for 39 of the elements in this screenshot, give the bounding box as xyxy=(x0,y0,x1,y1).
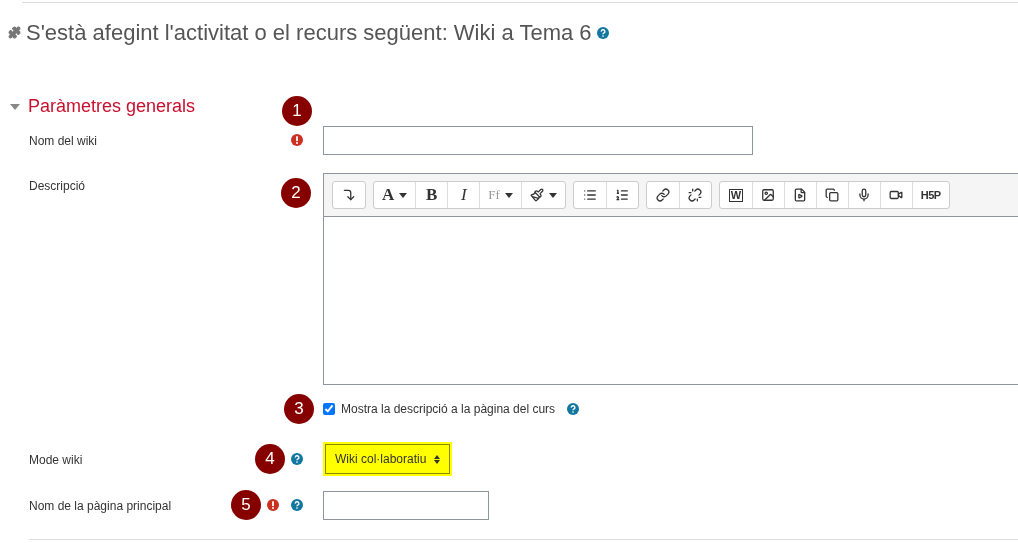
help-icon[interactable] xyxy=(567,403,580,415)
puzzle-icon xyxy=(8,26,21,39)
media-file-icon xyxy=(793,188,808,202)
rich-text-editor[interactable]: A B I Ff W H5P xyxy=(323,173,1018,385)
field-label: Nom de la pàgina principal xyxy=(29,499,172,513)
section-title[interactable]: Paràmetres generals xyxy=(28,93,196,120)
numbered-list-icon xyxy=(615,188,630,202)
bullet-list-icon xyxy=(582,188,597,202)
h5p-button[interactable]: H5P xyxy=(911,182,949,208)
unlink-icon xyxy=(688,188,703,202)
help-icon[interactable] xyxy=(596,26,609,39)
font-color-button[interactable]: A xyxy=(374,182,416,208)
step-number-badge: 1 xyxy=(282,96,312,126)
field-label: Nom del wiki xyxy=(29,134,97,148)
step-number-badge: 4 xyxy=(255,444,285,474)
page-title: S'està afegint l'activitat o el recurs següent: Wiki a Tema 6 xyxy=(26,19,592,47)
step-number-badge: 5 xyxy=(231,490,261,520)
step-number-badge: 3 xyxy=(284,394,314,424)
copy-icon xyxy=(825,188,840,202)
bold-button[interactable]: B xyxy=(415,182,448,208)
video-camera-icon xyxy=(889,188,904,202)
sort-arrows-icon xyxy=(434,454,441,464)
italic-button[interactable]: I xyxy=(447,182,480,208)
field-label: Mode wiki xyxy=(29,453,83,467)
help-icon[interactable] xyxy=(291,453,303,465)
help-icon[interactable] xyxy=(291,499,303,511)
checkbox[interactable] xyxy=(323,403,335,415)
word-button[interactable]: W xyxy=(719,182,752,208)
field-label: Descripció xyxy=(29,179,85,193)
collapse-arrow-icon[interactable] xyxy=(10,103,20,110)
checkbox-label: Mostra la descripció a la pàgina del curs xyxy=(341,401,556,418)
image-icon xyxy=(761,188,776,202)
microphone-icon xyxy=(857,188,872,202)
mode-select[interactable]: Wiki col·laboratiu xyxy=(325,444,451,474)
link-icon xyxy=(655,188,670,202)
step-number-badge: 2 xyxy=(281,178,311,208)
text-input[interactable] xyxy=(323,125,753,155)
text-input[interactable] xyxy=(323,490,489,520)
brush-icon xyxy=(529,188,544,202)
